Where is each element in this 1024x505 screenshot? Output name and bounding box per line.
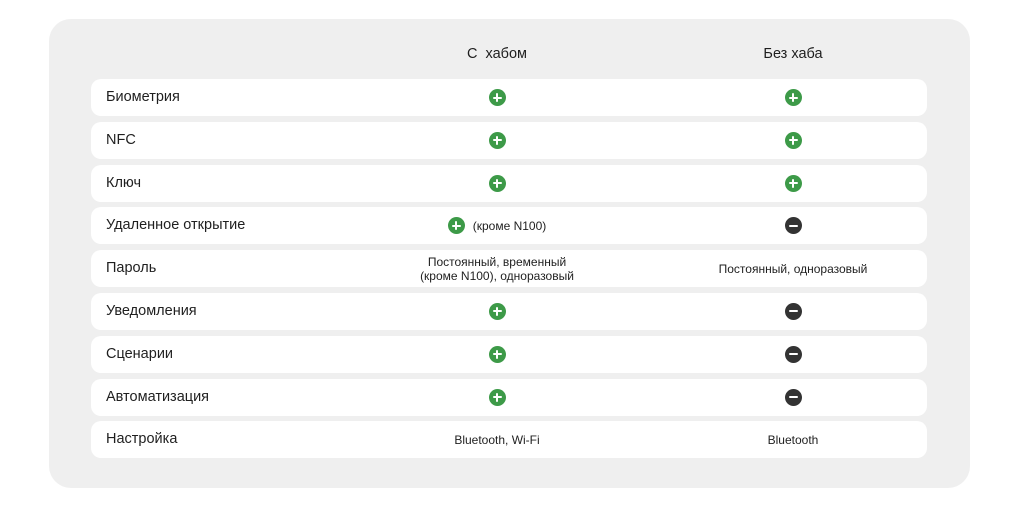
table-row: Пароль Постоянный, временный (кроме N100)… [91, 250, 927, 288]
row-label: NFC [106, 131, 136, 148]
row-label: Ключ [106, 174, 142, 191]
row-label: Удаленное открытие [106, 217, 246, 234]
cell-with-hub [367, 122, 627, 159]
cell-without-hub [663, 336, 923, 373]
plus-circle-icon [488, 89, 506, 106]
plus-circle-icon [488, 174, 506, 192]
cell-without-hub: Постоянный, одноразовый [663, 250, 923, 287]
plus-circle-icon [488, 131, 506, 149]
cell-without-hub: Bluetooth [663, 421, 923, 458]
table-row: Настройка Bluetooth, Wi-Fi Bluetooth [91, 421, 927, 459]
cell-text: Bluetooth [767, 432, 819, 447]
column-header-with-hub: С хабом [466, 46, 528, 62]
plus-circle-icon [488, 345, 506, 363]
cell-with-hub: Bluetooth, Wi-Fi [367, 421, 627, 458]
minus-circle-icon [784, 217, 802, 235]
table-row: Автоматизация [91, 378, 927, 416]
row-label: Уведомления [106, 302, 197, 319]
cell-with-hub [367, 293, 627, 330]
comparison-table: С хабом Без хаба Биометрия NFC Ключ Удаленн… [49, 19, 970, 488]
cell-with-hub [367, 79, 627, 116]
table-row: Биометрия [91, 79, 927, 116]
cell-without-hub [663, 379, 923, 416]
table-row: Уведомления [91, 292, 927, 330]
cell-with-hub: Постоянный, временный (кроме N100), одно… [367, 250, 627, 287]
cell-note: (кроме N100) [472, 218, 547, 233]
table-row: Сценарии [91, 335, 927, 373]
table-row: NFC [91, 121, 927, 159]
plus-circle-icon [488, 388, 506, 406]
cell-text: Bluetooth, Wi-Fi [454, 432, 540, 447]
row-label: Биометрия [106, 89, 180, 105]
row-label: Настройка [106, 431, 178, 448]
table-row: Ключ [91, 164, 927, 202]
cell-text: Постоянный, временный (кроме N100), одно… [420, 254, 574, 283]
plus-circle-icon [784, 174, 802, 192]
cell-with-hub [367, 379, 627, 416]
cell-without-hub [663, 207, 923, 244]
cell-without-hub [663, 79, 923, 116]
plus-circle-icon [488, 302, 506, 320]
cell-with-hub [367, 336, 627, 373]
plus-circle-icon [784, 89, 802, 106]
minus-circle-icon [784, 345, 802, 363]
column-header-without-hub: Без хаба [763, 46, 823, 62]
cell-text: Постоянный, одноразовый [718, 261, 868, 276]
plus-circle-icon [784, 131, 802, 149]
row-label: Пароль [106, 260, 157, 277]
cell-without-hub [663, 293, 923, 330]
plus-circle-icon [447, 217, 465, 235]
table-body: Биометрия NFC Ключ Удаленное открытие (кроме… [91, 79, 927, 464]
cell-without-hub [663, 122, 923, 159]
minus-circle-icon [784, 388, 802, 406]
table-header: С хабом Без хаба [49, 46, 970, 66]
row-label: Сценарии [106, 345, 174, 362]
minus-circle-icon [784, 302, 802, 320]
cell-with-hub: (кроме N100) [367, 207, 627, 244]
row-label: Автоматизация [106, 388, 210, 405]
cell-without-hub [663, 165, 923, 202]
cell-with-hub [367, 165, 627, 202]
table-row: Удаленное открытие (кроме N100) [91, 207, 927, 245]
